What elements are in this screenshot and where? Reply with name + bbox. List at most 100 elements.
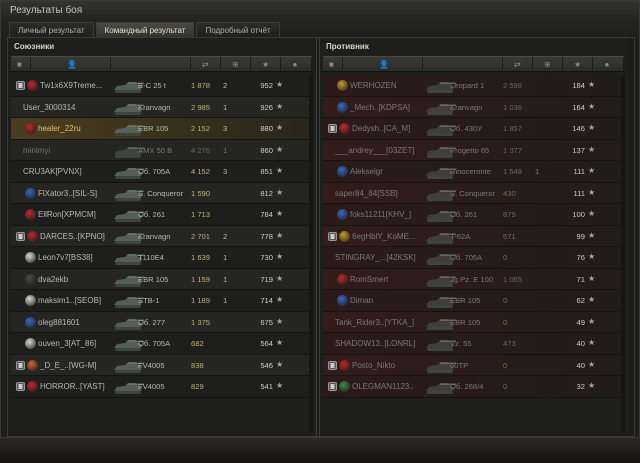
xp-value: 111: [573, 167, 585, 176]
player-name: minimyi: [23, 145, 51, 155]
allies-player-row[interactable]: DARCES..[KPNO] Kranvagn 2 701 2 778 ★: [11, 226, 312, 247]
vehicle-name: EBR 105: [450, 317, 481, 327]
xp-value: 541: [260, 382, 273, 391]
enemies-player-row[interactable]: ___andrey___[03ZET] Progetto 65 1 377 137 ★: [323, 139, 624, 161]
damage-value: 1 548: [503, 167, 523, 176]
allies-player-row[interactable]: CRU3AK[PVNX] Об. 705А 4 152 3 851 ★: [11, 161, 312, 183]
allies-header-platoon-col[interactable]: ■: [11, 57, 31, 72]
allies-player-row[interactable]: Tw1x6X9Treme... В-С 25 t 1 878 2 952 ★: [11, 75, 312, 97]
enemies-player-row[interactable]: STINGRAY_...[42KSK] Об. 705А 0 76 ★: [323, 247, 624, 269]
kills-value: 1: [223, 102, 228, 112]
player-name: Tank_Rider3..[YTKA_]: [335, 317, 415, 327]
damage-value: 4 276: [191, 145, 211, 155]
tab-personal[interactable]: Личный результат: [9, 22, 94, 38]
allies-header-damage-col[interactable]: ⇄: [191, 57, 221, 72]
xp-value: 778: [260, 231, 273, 241]
allies-player-row[interactable]: FlXator3..[SIL-S] S. Conqueror 1 590 812 ★: [11, 183, 312, 204]
star-icon: ★: [588, 273, 596, 283]
enemies-player-row[interactable]: Alekseigr Rinoceronte 1 548 1 111 ★: [323, 161, 624, 183]
allies-header-vehicle-col[interactable]: [111, 57, 191, 72]
player-name: foks11211[KHV_]: [350, 210, 412, 219]
enemies-header-player-col[interactable]: 👤: [343, 57, 423, 72]
star-icon: ★: [588, 166, 596, 175]
clan-emblem-icon: [25, 316, 36, 328]
damage-value: 879: [503, 210, 516, 219]
enemies-header-extra-col[interactable]: ●: [593, 57, 624, 72]
enemies-header-platoon-col[interactable]: ■: [323, 57, 343, 72]
xp-value: 719: [260, 274, 273, 284]
tab-detailed[interactable]: Подробный отчёт: [196, 22, 280, 38]
allies-header-xp-col[interactable]: ★: [251, 57, 281, 72]
star-icon: ★: [276, 209, 284, 218]
enemies-player-row[interactable]: 6egHblY_KoME... T-62A 671 99 ★: [323, 225, 624, 247]
star-icon: ★: [588, 80, 596, 89]
enemies-player-row[interactable]: Tank_Rider3..[YTKA_] EBR 105 0 49 ★: [323, 311, 624, 333]
allies-player-row[interactable]: _D_E_..[WG-M] FV4005 838 546 ★: [11, 355, 312, 376]
enemies-header-vehicle-col[interactable]: [423, 57, 503, 72]
enemies-header-xp-col[interactable]: ★: [563, 57, 593, 72]
damage-value: 1 878: [191, 81, 211, 90]
allies-player-row[interactable]: minimyi AMX 50 B 4 276 1 860 ★: [11, 140, 312, 161]
extra-sort-icon: ●: [604, 60, 610, 69]
enemies-player-row[interactable]: Dedysh..[CA_M] Об. 430У 1 857 146 ★: [323, 118, 624, 140]
star-icon: ★: [276, 230, 284, 240]
allies-player-row[interactable]: oleg881601 Об. 277 1 375 675 ★: [11, 312, 312, 333]
platoon-icon: [328, 360, 337, 370]
vehicle-name: S. Conqueror: [138, 188, 184, 198]
vehicle-name: Об. 430У: [450, 124, 482, 133]
enemies-player-row[interactable]: Posto_Nikto 60TP 0 40 ★: [323, 354, 624, 376]
vehicle-name: Об. 705А: [138, 339, 171, 348]
star-icon: ★: [276, 273, 284, 283]
star-icon: ★: [588, 230, 596, 240]
allies-player-row[interactable]: ouven_3[AT_86] Об. 705А 682 564 ★: [11, 333, 312, 355]
allies-player-row[interactable]: HORROR..[YAST] FV4005 829 541 ★: [11, 376, 312, 398]
allies-player-row[interactable]: Leon7v7[BS38] T110E4 1 639 1 730 ★: [11, 247, 312, 269]
vehicle-name: T110E4: [138, 253, 165, 262]
allies-player-row[interactable]: User_3000314 Kranvagn 2 985 1 926 ★: [11, 97, 312, 118]
clan-emblem-icon: [27, 230, 38, 242]
tab-team[interactable]: Командный результат: [95, 22, 195, 38]
allies-player-row[interactable]: dva2ekb EBR 105 1 159 1 719 ★: [11, 269, 312, 290]
vehicle-name: Об. 261: [138, 210, 166, 219]
enemies-player-row[interactable]: saper84_84[SSB] S. Conqueror 430 111 ★: [323, 182, 624, 204]
allies-player-row[interactable]: maksim1..[SEOB] STB-1 1 189 1 714 ★: [11, 290, 312, 312]
vehicle-name: Об. 277: [138, 317, 166, 327]
enemies-player-row[interactable]: RomSmert Jg.Pz. E 100 1 065 71 ★: [323, 268, 624, 290]
vehicle-name: FV4005: [138, 382, 165, 391]
tab-bar: Личный результат Командный результат Под…: [9, 22, 282, 38]
vehicle-name: T-62A: [450, 231, 471, 241]
enemies-player-row[interactable]: WERHOZEN Leopard 1 2 598 184 ★: [323, 75, 624, 97]
allies-header-extra-col[interactable]: ●: [281, 57, 312, 72]
allies-header-kills-col[interactable]: ⊕: [221, 57, 251, 72]
xp-value: 40: [576, 360, 585, 370]
star-icon: ★: [276, 381, 284, 390]
xp-value: 40: [576, 339, 585, 348]
enemies-panel: Противник ■ 👤 ⇄ ⊕ ★ ● WERHOZEN Leopard 1 2 598 1…: [319, 38, 628, 436]
enemies-player-row[interactable]: OLEGMAN1123.. Об. 268/4 0 32 ★: [323, 376, 624, 398]
allies-header-player-col[interactable]: 👤: [31, 57, 111, 72]
platoon-icon: [328, 124, 337, 133]
player-name: oleg881601: [38, 317, 80, 327]
enemies-header-kills-col[interactable]: ⊕: [533, 57, 563, 72]
xp-value: 99: [576, 231, 585, 241]
enemies-player-row[interactable]: foks11211[KHV_] Об. 261 879 100 ★: [323, 204, 624, 226]
xp-sort-icon: ★: [262, 60, 270, 69]
star-icon: ★: [588, 144, 596, 154]
clan-emblem-icon: [25, 295, 36, 306]
damage-value: 838: [191, 360, 204, 370]
enemies-header-damage-col[interactable]: ⇄: [503, 57, 533, 72]
enemies-scrollbar[interactable]: [621, 76, 625, 432]
enemies-player-row[interactable]: _Mech..[KDPSA] Kranvagn 1 036 164 ★: [323, 96, 624, 118]
allies-player-row[interactable]: EllRon[XPMCM] Об. 261 1 713 784 ★: [11, 204, 312, 226]
enemies-player-row[interactable]: SHADOW13..[LONRL] Vz. 55 473 40 ★: [323, 333, 624, 355]
vehicle-name: 60TP: [450, 360, 469, 370]
kills-value: 1: [223, 274, 228, 284]
allies-scrollbar[interactable]: [309, 76, 313, 432]
xp-value: 62: [576, 296, 585, 305]
allies-player-row[interactable]: healer_22ru EBR 105 2 152 3 880 ★: [11, 118, 312, 140]
player-name: healer_22ru: [38, 124, 81, 133]
clan-emblem-icon: [337, 80, 348, 91]
star-icon: ★: [588, 252, 596, 261]
damage-sort-icon: ⇄: [202, 60, 209, 69]
enemies-player-row[interactable]: Diman EBR 105 0 62 ★: [323, 290, 624, 312]
